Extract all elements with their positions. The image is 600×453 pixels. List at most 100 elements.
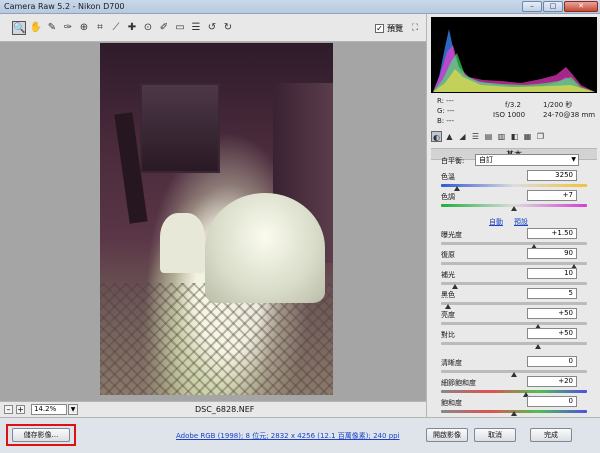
close-button[interactable]: ✕ xyxy=(564,1,598,12)
exif-readout: R: --- G: --- B: --- f/3.2 ISO 1000 1/20… xyxy=(431,96,597,128)
basic-tab-icon[interactable]: ◐ xyxy=(431,131,442,142)
auto-link[interactable]: 自動 xyxy=(489,217,503,227)
fill-light-slider-thumb[interactable] xyxy=(452,284,458,289)
preview-toggle[interactable]: ✓ 預覽 xyxy=(375,23,403,34)
preview-label: 預覽 xyxy=(387,24,403,33)
panel-tabs: ◐ ▲ ◢ ☰ ▤ ▥ ◧ ▦ ❐ xyxy=(431,131,597,145)
snapshots-tab-icon[interactable]: ❐ xyxy=(535,131,546,142)
red-eye-icon[interactable]: ⊙ xyxy=(141,21,155,35)
blacks-slider-track[interactable] xyxy=(441,302,587,305)
white-balance-icon[interactable]: ✎ xyxy=(45,21,59,35)
camera-calibration-tab-icon[interactable]: ◧ xyxy=(509,131,520,142)
graduated-filter-icon[interactable]: ▭ xyxy=(173,21,187,35)
hand-icon[interactable]: ✋ xyxy=(29,21,43,35)
lens-corrections-tab-icon[interactable]: ▥ xyxy=(496,131,507,142)
recovery-slider-track[interactable] xyxy=(441,262,587,265)
exposure-slider-track[interactable] xyxy=(441,242,587,245)
temperature-slider-thumb[interactable] xyxy=(454,186,460,191)
photo-window xyxy=(140,83,220,173)
blacks-slider-thumb[interactable] xyxy=(445,304,451,309)
fill-light-field[interactable]: 10 xyxy=(527,268,577,279)
split-toning-tab-icon[interactable]: ▤ xyxy=(483,131,494,142)
vibrance-label: 細節飽和度 xyxy=(441,379,476,387)
spot-removal-icon[interactable]: ✚ xyxy=(125,21,139,35)
photo-bride xyxy=(205,193,325,303)
rotate-cw-icon[interactable]: ↻ xyxy=(221,21,235,35)
white-balance-label: 白平衡: xyxy=(441,157,465,165)
photo-chair xyxy=(160,213,205,273)
saturation-label: 飽和度 xyxy=(441,399,462,407)
open-image-button[interactable]: 開啟影像 xyxy=(426,428,468,442)
saturation-slider-thumb[interactable] xyxy=(511,411,517,416)
fullscreen-icon[interactable]: ⛶ xyxy=(409,22,421,34)
default-link[interactable]: 預設 xyxy=(514,217,528,227)
contrast-slider-track[interactable] xyxy=(441,342,587,345)
hsl-tab-icon[interactable]: ☰ xyxy=(470,131,481,142)
exposure-field[interactable]: +1.50 xyxy=(527,228,577,239)
chevron-down-icon: ▼ xyxy=(571,156,576,163)
straighten-icon[interactable]: ⟋ xyxy=(109,21,123,35)
blacks-field[interactable]: 5 xyxy=(527,288,577,299)
zoom-bar: – + 14.2% ▼ DSC_6828.NEF xyxy=(0,401,426,417)
saturation-field[interactable]: 0 xyxy=(527,396,577,407)
image-canvas[interactable] xyxy=(0,42,426,401)
filename-label: DSC_6828.NEF xyxy=(195,405,255,414)
toolbar: 🔍 ✋ ✎ ✑ ⊕ ⌗ ⟋ ✚ ⊙ ✐ ▭ ☰ ↺ ↻ ✓ 預覽 ⛶ xyxy=(0,14,426,42)
save-image-button[interactable]: 儲存影像... xyxy=(12,428,70,442)
shutter-value: 1/200 秒 xyxy=(543,101,573,109)
contrast-field[interactable]: +50 xyxy=(527,328,577,339)
temperature-field[interactable]: 3250 xyxy=(527,170,577,181)
vibrance-slider-track[interactable] xyxy=(441,390,587,393)
presets-tab-icon[interactable]: ▦ xyxy=(522,131,533,142)
brightness-field[interactable]: +50 xyxy=(527,308,577,319)
brightness-label: 亮度 xyxy=(441,311,455,319)
title-bar: Camera Raw 5.2 - Nikon D700 – □ ✕ xyxy=(0,0,600,14)
exposure-label: 曝光度 xyxy=(441,231,462,239)
window-title: Camera Raw 5.2 - Nikon D700 xyxy=(4,2,125,11)
cancel-button[interactable]: 取消 xyxy=(474,428,516,442)
fill-light-label: 補光 xyxy=(441,271,455,279)
done-button[interactable]: 完成 xyxy=(530,428,572,442)
zoom-out-button[interactable]: – xyxy=(4,405,13,414)
tone-curve-tab-icon[interactable]: ▲ xyxy=(444,131,455,142)
recovery-field[interactable]: 90 xyxy=(527,248,577,259)
preferences-icon[interactable]: ☰ xyxy=(189,21,203,35)
recovery-label: 復原 xyxy=(441,251,455,259)
lens-value: 24-70@38 mm xyxy=(543,111,596,119)
iso-value: ISO 1000 xyxy=(493,111,526,119)
vibrance-field[interactable]: +20 xyxy=(527,376,577,387)
temperature-slider-track[interactable] xyxy=(441,184,587,187)
workflow-options-link[interactable]: Adobe RGB (1998); 8 位元; 2832 x 4256 (12.… xyxy=(176,431,400,441)
zoom-dropdown[interactable]: ▼ xyxy=(68,404,78,415)
minimize-button[interactable]: – xyxy=(522,1,542,12)
window-controls: – □ ✕ xyxy=(522,1,598,12)
contrast-slider-thumb[interactable] xyxy=(535,344,541,349)
tint-label: 色調 xyxy=(441,193,455,201)
tint-field[interactable]: +7 xyxy=(527,190,577,201)
photo-preview xyxy=(100,43,333,395)
crop-icon[interactable]: ⌗ xyxy=(93,21,107,35)
zoom-in-button[interactable]: + xyxy=(16,405,25,414)
preview-checkbox[interactable]: ✓ xyxy=(375,24,384,33)
maximize-button[interactable]: □ xyxy=(543,1,563,12)
clarity-slider-thumb[interactable] xyxy=(511,372,517,377)
color-sampler-icon[interactable]: ✑ xyxy=(61,21,75,35)
white-balance-select[interactable]: 自訂 ▼ xyxy=(475,154,579,166)
bottom-bar: 儲存影像... Adobe RGB (1998); 8 位元; 2832 x 4… xyxy=(0,417,600,453)
detail-tab-icon[interactable]: ◢ xyxy=(457,131,468,142)
clarity-label: 清晰度 xyxy=(441,359,462,367)
blue-readout: B: --- xyxy=(437,117,454,125)
brightness-slider-track[interactable] xyxy=(441,322,587,325)
zoom-icon[interactable]: 🔍 xyxy=(12,21,26,35)
zoom-level-field[interactable]: 14.2% xyxy=(31,404,67,415)
temperature-label: 色溫 xyxy=(441,173,455,181)
adjustments-panel: R: --- G: --- B: --- f/3.2 ISO 1000 1/20… xyxy=(426,14,600,417)
fill-light-slider-track[interactable] xyxy=(441,282,587,285)
rotate-ccw-icon[interactable]: ↺ xyxy=(205,21,219,35)
clarity-field[interactable]: 0 xyxy=(527,356,577,367)
white-balance-value: 自訂 xyxy=(479,156,493,164)
adjustment-brush-icon[interactable]: ✐ xyxy=(157,21,171,35)
tint-slider-thumb[interactable] xyxy=(511,206,517,211)
target-adjust-icon[interactable]: ⊕ xyxy=(77,21,91,35)
green-readout: G: --- xyxy=(437,107,455,115)
